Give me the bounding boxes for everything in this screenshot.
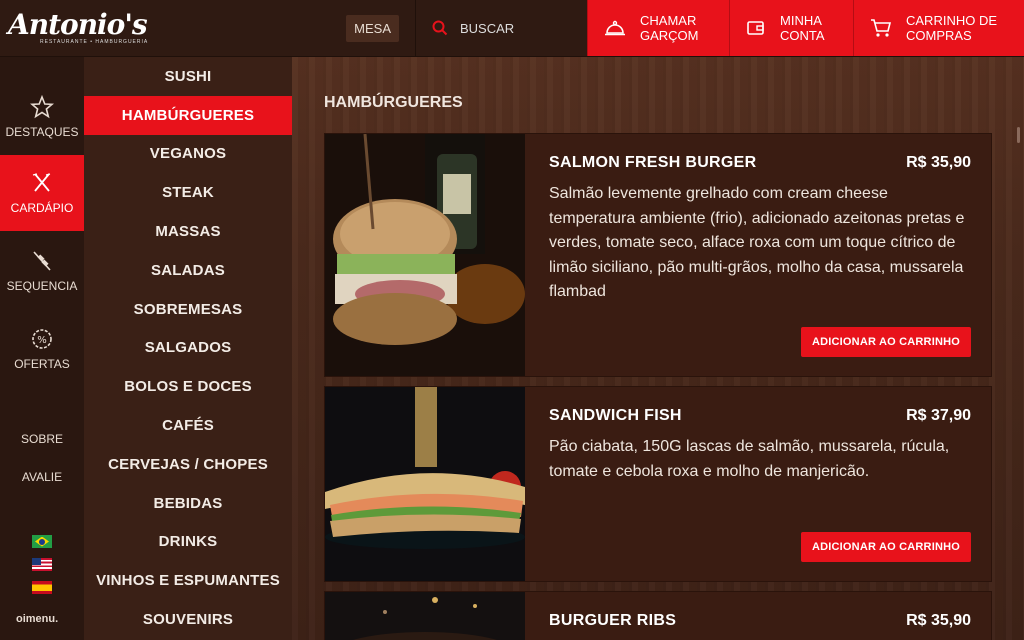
brand-tagline: RESTAURANTE • HAMBURGUERIA bbox=[40, 39, 149, 45]
sidebar-item-label: DESTAQUES bbox=[5, 125, 79, 139]
skewer-icon bbox=[33, 251, 51, 271]
category-steak[interactable]: STEAK bbox=[84, 173, 292, 212]
add-to-cart-button[interactable]: ADICIONAR AO CARRINHO bbox=[800, 327, 971, 357]
product-info: BURGUER RIBS R$ 35,90 bbox=[525, 592, 991, 640]
sidebar-item-avalie[interactable]: AVALIE bbox=[0, 458, 84, 496]
category-saladas[interactable]: SALADAS bbox=[84, 251, 292, 290]
product-image bbox=[325, 134, 525, 376]
product-image bbox=[325, 387, 525, 581]
cart-line1: CARRINHO DE bbox=[906, 13, 998, 28]
category-cervejas-chopes[interactable]: CERVEJAS / CHOPES bbox=[84, 445, 292, 484]
product-name: SANDWICH FISH bbox=[549, 407, 682, 424]
category-bolos-e-doces[interactable]: BOLOS E DOCES bbox=[84, 367, 292, 406]
brand-name: Antonio's bbox=[8, 8, 148, 41]
sidebar: DESTAQUES CARDÁPIO SEQUENCIA % OFERTAS S… bbox=[0, 57, 84, 640]
product-card[interactable]: BURGUER RIBS R$ 35,90 bbox=[324, 591, 992, 640]
call-waiter-button[interactable]: CHAMAR GARÇOM bbox=[587, 0, 729, 56]
category-cafes[interactable]: CAFÉS bbox=[84, 406, 292, 445]
cart-button[interactable]: CARRINHO DE COMPRAS bbox=[853, 0, 1024, 56]
wallet-icon bbox=[747, 21, 764, 35]
cart-icon bbox=[871, 19, 892, 37]
category-bebidas[interactable]: BEBIDAS bbox=[84, 484, 292, 523]
discount-badge-icon: % bbox=[32, 329, 52, 349]
search-label: BUSCAR bbox=[460, 20, 515, 36]
footer-brand: oimenu. bbox=[16, 613, 59, 625]
product-name: BURGUER RIBS bbox=[549, 612, 677, 629]
product-description: Pão ciabata, 150G lascas de salmão, muss… bbox=[549, 438, 950, 480]
table-button[interactable]: MESA bbox=[346, 14, 399, 42]
sidebar-item-destaques[interactable]: DESTAQUES bbox=[0, 79, 84, 155]
scrollbar[interactable] bbox=[1017, 127, 1020, 143]
search-button[interactable]: BUSCAR bbox=[415, 0, 587, 56]
cart-line2: COMPRAS bbox=[906, 28, 972, 43]
call-waiter-line1: CHAMAR bbox=[640, 13, 697, 28]
cutlery-icon bbox=[32, 173, 51, 192]
my-account-line2: CONTA bbox=[780, 28, 825, 43]
category-veganos[interactable]: VEGANOS bbox=[84, 135, 292, 174]
category-massas[interactable]: MASSAS bbox=[84, 212, 292, 251]
product-price: R$ 37,90 bbox=[906, 407, 971, 424]
top-bar: Antonio's RESTAURANTE • HAMBURGUERIA MES… bbox=[0, 0, 1024, 57]
add-to-cart-button[interactable]: ADICIONAR AO CARRINHO bbox=[800, 532, 971, 562]
flag-brazil-icon[interactable] bbox=[32, 535, 52, 548]
product-description: Salmão levemente grelhado com cream chee… bbox=[549, 185, 965, 300]
flag-spain-icon[interactable] bbox=[32, 581, 52, 594]
category-salgados[interactable]: SALGADOS bbox=[84, 329, 292, 368]
cloche-icon bbox=[605, 20, 625, 36]
my-account-line1: MINHA bbox=[780, 13, 822, 28]
category-list: SUSHI HAMBÚRGUERES VEGANOS STEAK MASSAS … bbox=[84, 57, 292, 640]
category-hamburgueres[interactable]: HAMBÚRGUERES bbox=[84, 95, 292, 135]
sidebar-item-cardapio[interactable]: CARDÁPIO bbox=[0, 155, 84, 231]
product-list: HAMBÚRGUERES SALMON FRESH BURGER R$ 35,9… bbox=[292, 57, 1024, 640]
call-waiter-line2: GARÇOM bbox=[640, 28, 699, 43]
category-vinhos-e-espumantes[interactable]: VINHOS E ESPUMANTES bbox=[84, 561, 292, 600]
svg-text:%: % bbox=[37, 335, 47, 346]
product-price: R$ 35,90 bbox=[906, 612, 971, 629]
product-image bbox=[325, 592, 525, 640]
search-icon bbox=[432, 20, 448, 36]
flag-usa-icon[interactable] bbox=[32, 558, 52, 571]
star-icon bbox=[30, 95, 54, 119]
sidebar-item-label: SEQUENCIA bbox=[6, 279, 78, 293]
product-name: SALMON FRESH BURGER bbox=[549, 154, 757, 171]
category-drinks[interactable]: DRINKS bbox=[84, 523, 292, 562]
language-selector bbox=[32, 535, 52, 594]
section-title: HAMBÚRGUERES bbox=[324, 94, 463, 111]
sidebar-item-sequencia[interactable]: SEQUENCIA bbox=[0, 233, 84, 309]
product-card[interactable]: SALMON FRESH BURGER R$ 35,90 Salmão leve… bbox=[324, 133, 992, 377]
sidebar-item-ofertas[interactable]: % OFERTAS bbox=[0, 311, 84, 387]
category-sobremesas[interactable]: SOBREMESAS bbox=[84, 290, 292, 329]
category-souvenirs[interactable]: SOUVENIRS bbox=[84, 600, 292, 639]
sidebar-item-label: OFERTAS bbox=[14, 357, 70, 371]
sidebar-item-sobre[interactable]: SOBRE bbox=[0, 420, 84, 458]
product-card[interactable]: SANDWICH FISH R$ 37,90 Pão ciabata, 150G… bbox=[324, 386, 992, 582]
my-account-button[interactable]: MINHA CONTA bbox=[729, 0, 853, 56]
brand-logo[interactable]: Antonio's RESTAURANTE • HAMBURGUERIA bbox=[0, 0, 150, 56]
category-sushi[interactable]: SUSHI bbox=[84, 57, 292, 96]
product-price: R$ 35,90 bbox=[906, 154, 971, 171]
sidebar-item-label: CARDÁPIO bbox=[10, 201, 74, 215]
